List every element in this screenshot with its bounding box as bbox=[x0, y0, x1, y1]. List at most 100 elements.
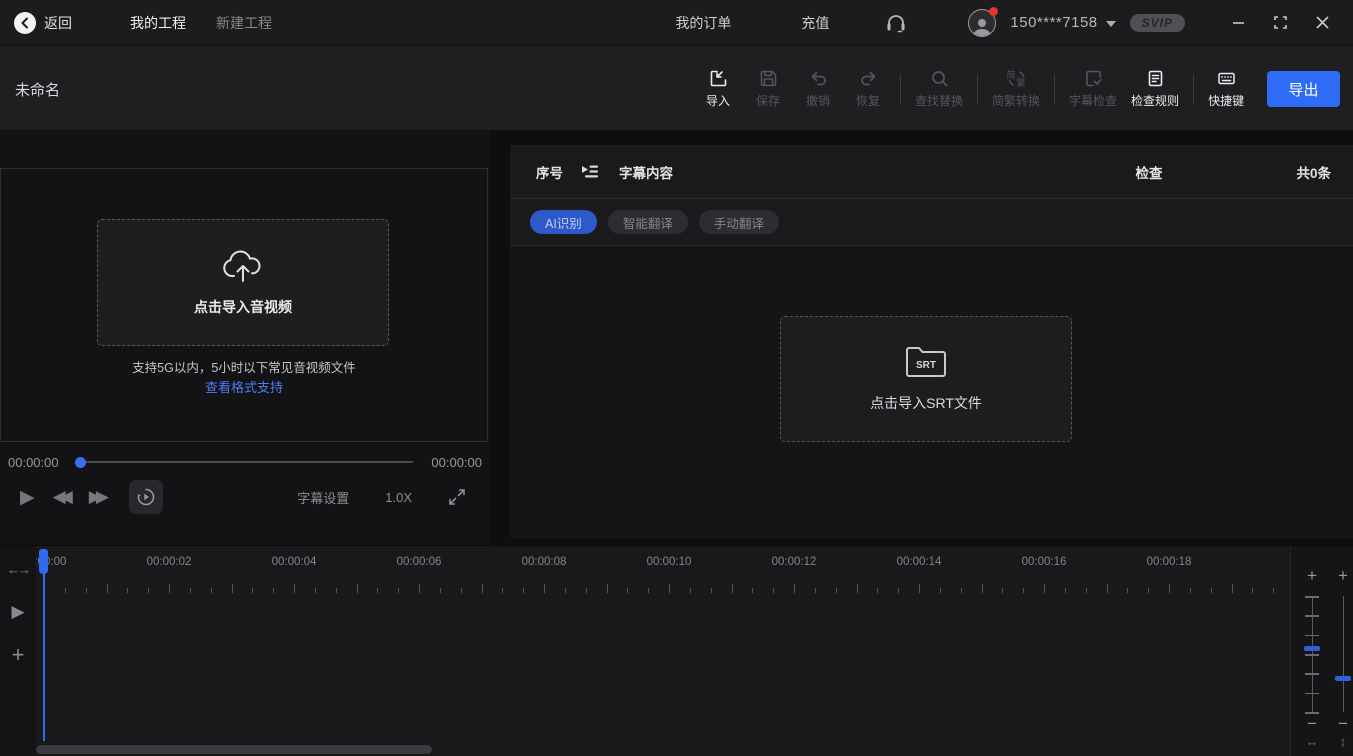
ruler-tick bbox=[357, 584, 358, 593]
h-zoom-out-button[interactable]: − bbox=[1302, 714, 1322, 734]
undo-icon bbox=[809, 69, 828, 88]
nav-my-projects[interactable]: 我的工程 bbox=[130, 13, 186, 33]
back-button[interactable]: 返回 bbox=[14, 12, 72, 34]
avatar[interactable] bbox=[968, 9, 996, 37]
import-srt-dropzone[interactable]: SRT 点击导入SRT文件 bbox=[780, 316, 1072, 442]
toolbar-divider bbox=[1193, 74, 1194, 104]
timeline-gutter: ←→ ▶ + bbox=[0, 546, 36, 756]
ruler-time-label: 00:00:02 bbox=[147, 556, 192, 568]
play-order-icon[interactable] bbox=[581, 164, 599, 180]
titlebar-right: 我的订单 充值 150****7158 SVI bbox=[675, 9, 1353, 37]
redo-button[interactable]: 恢复 bbox=[850, 69, 886, 109]
ruler-tick bbox=[565, 588, 566, 593]
rewind-button[interactable]: ◀◀ bbox=[53, 487, 67, 507]
window-controls bbox=[1229, 14, 1331, 32]
timeline-section: ←→ ▶ + 00:00:0000:00:0200:00:0400:00:060… bbox=[0, 545, 1353, 756]
convert-button[interactable]: 简 繁 简繁转换 bbox=[992, 69, 1040, 109]
preview-options: 字幕设置 1.0X bbox=[297, 488, 490, 507]
ruler-tick bbox=[315, 588, 316, 593]
subtitle-check-button[interactable]: 字幕检查 bbox=[1069, 69, 1117, 109]
ruler-tick bbox=[690, 588, 691, 593]
ruler-tick bbox=[398, 588, 399, 593]
v-zoom-track[interactable] bbox=[1343, 596, 1344, 712]
video-preview-panel: 点击导入音视频 支持5G以内，5小时以下常见音视频文件 查看格式支持 00:00… bbox=[0, 130, 490, 545]
convert-label: 简繁转换 bbox=[992, 92, 1040, 109]
save-button[interactable]: 保存 bbox=[750, 69, 786, 109]
ruler-time-label: 00:00:08 bbox=[522, 556, 567, 568]
subtitle-check-label: 字幕检查 bbox=[1069, 92, 1117, 109]
undo-label: 撤销 bbox=[806, 92, 830, 109]
ruler-tick bbox=[1044, 584, 1045, 593]
undo-button[interactable]: 撤销 bbox=[800, 69, 836, 109]
ruler-tick bbox=[794, 584, 795, 593]
check-rules-icon bbox=[1146, 69, 1165, 88]
speed-button[interactable]: 1.0X bbox=[385, 490, 412, 505]
format-support-text: 支持5G以内，5小时以下常见音视频文件 bbox=[1, 357, 487, 376]
notification-dot bbox=[989, 7, 998, 16]
shortcuts-button[interactable]: 快捷键 bbox=[1208, 69, 1244, 109]
tab-smart-translate[interactable]: 智能翻译 bbox=[608, 210, 688, 234]
maximize-button[interactable] bbox=[1271, 14, 1289, 32]
save-icon bbox=[759, 69, 778, 88]
v-zoom-handle[interactable] bbox=[1335, 676, 1351, 681]
nav-new-project[interactable]: 新建工程 bbox=[216, 13, 272, 33]
horizontal-resize-icon[interactable]: ←→ bbox=[0, 562, 36, 577]
close-button[interactable] bbox=[1313, 14, 1331, 32]
ruler-tick bbox=[1002, 588, 1003, 593]
export-button[interactable]: 导出 bbox=[1267, 71, 1340, 107]
v-zoom-in-button[interactable]: + bbox=[1333, 566, 1353, 586]
subtitle-header: 序号 字幕内容 检查 共0条 bbox=[510, 145, 1353, 199]
loop-play-button[interactable] bbox=[129, 480, 163, 514]
import-media-dropzone[interactable]: 点击导入音视频 bbox=[97, 219, 389, 346]
ruler-tick bbox=[1273, 588, 1274, 593]
view-formats-link[interactable]: 查看格式支持 bbox=[1, 377, 487, 396]
add-track-button[interactable]: + bbox=[0, 642, 36, 668]
recharge-link[interactable]: 充值 bbox=[801, 13, 829, 33]
shortcuts-label: 快捷键 bbox=[1208, 92, 1244, 109]
ruler-tick bbox=[1086, 588, 1087, 593]
import-button[interactable]: 导入 bbox=[700, 69, 736, 109]
zoom-slider-tick bbox=[1305, 596, 1319, 598]
ruler-time-label: 00:00:06 bbox=[397, 556, 442, 568]
seek-slider[interactable] bbox=[77, 461, 414, 463]
h-zoom-in-button[interactable]: + bbox=[1302, 566, 1322, 586]
play-button[interactable]: ▶ bbox=[20, 486, 35, 509]
timeline-ruler[interactable]: 00:00:0000:00:0200:00:0400:00:0600:00:08… bbox=[36, 551, 1290, 593]
tab-ai-recognition[interactable]: AI识别 bbox=[530, 210, 597, 234]
import-icon bbox=[709, 69, 728, 88]
check-button[interactable]: 检查 bbox=[1135, 162, 1162, 182]
column-index-header: 序号 bbox=[536, 162, 563, 182]
v-fit-icon[interactable]: ↕ bbox=[1333, 734, 1353, 749]
playhead-line bbox=[43, 549, 45, 741]
ruler-tick bbox=[1232, 584, 1233, 593]
toolbar-divider bbox=[900, 74, 901, 104]
zoom-slider-tick bbox=[1305, 693, 1319, 695]
subtitle-check-icon bbox=[1084, 69, 1103, 88]
timeline-play-button[interactable]: ▶ bbox=[0, 602, 36, 622]
subtitle-settings-button[interactable]: 字幕设置 bbox=[297, 488, 349, 507]
username[interactable]: 150****7158 bbox=[1010, 14, 1097, 31]
h-fit-icon[interactable]: ↔ bbox=[1302, 734, 1322, 749]
project-title[interactable]: 未命名 bbox=[15, 79, 60, 100]
find-replace-button[interactable]: 查找替换 bbox=[915, 69, 963, 109]
total-time: 00:00:00 bbox=[431, 455, 482, 470]
toolbar: 未命名 导入 保存 bbox=[0, 45, 1353, 130]
tab-manual-translate[interactable]: 手动翻译 bbox=[699, 210, 779, 234]
playhead-handle[interactable] bbox=[39, 549, 48, 574]
ruler-tick bbox=[961, 588, 962, 593]
mode-tabs: AI识别 智能翻译 手动翻译 bbox=[510, 199, 1353, 246]
h-zoom-handle[interactable] bbox=[1304, 646, 1320, 651]
fast-forward-button[interactable]: ▶▶ bbox=[89, 487, 109, 507]
fullscreen-icon[interactable] bbox=[448, 488, 466, 506]
ruler-tick bbox=[877, 588, 878, 593]
ruler-time-label: 00:00:10 bbox=[647, 556, 692, 568]
timeline-scrollbar[interactable] bbox=[36, 745, 432, 754]
my-orders-link[interactable]: 我的订单 bbox=[675, 13, 731, 33]
headset-support-icon[interactable] bbox=[884, 11, 908, 35]
v-zoom-out-button[interactable]: − bbox=[1333, 714, 1353, 734]
zoom-slider-tick bbox=[1305, 673, 1319, 675]
seek-handle[interactable] bbox=[75, 457, 86, 468]
check-rules-button[interactable]: 检查规则 bbox=[1131, 69, 1179, 109]
minimize-button[interactable] bbox=[1229, 14, 1247, 32]
chevron-down-icon[interactable] bbox=[1106, 21, 1116, 27]
